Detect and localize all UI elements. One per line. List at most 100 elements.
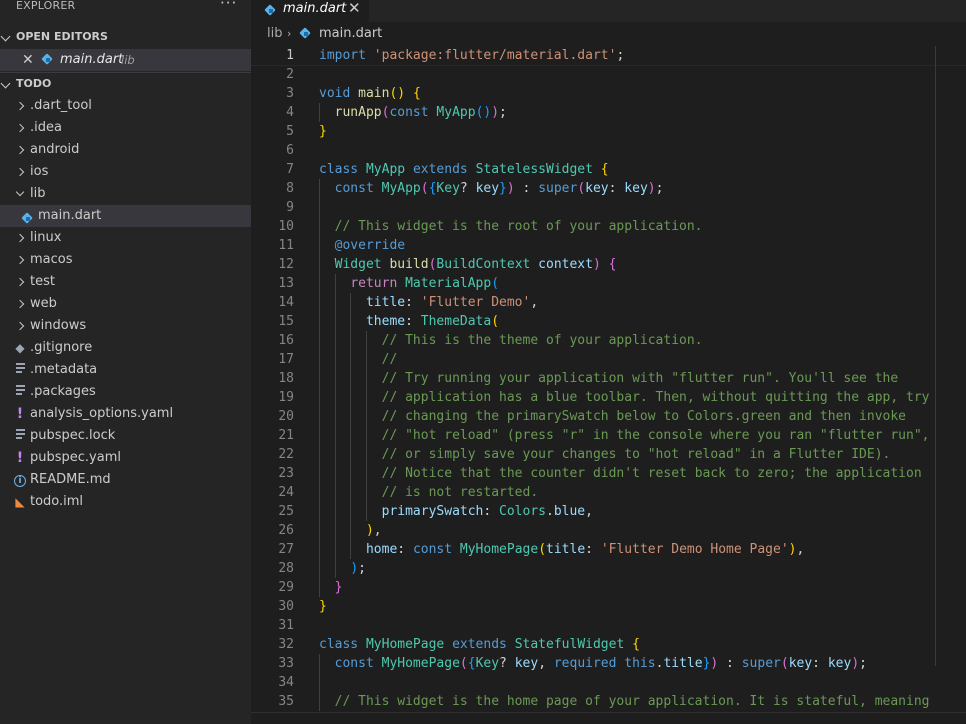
code-line[interactable]: 20 // changing the primarySwatch below t… [251, 407, 966, 426]
code-line[interactable]: 6 [251, 141, 966, 160]
code-token: ? [499, 656, 515, 671]
line-number: 15 [278, 314, 294, 329]
code-text: // This widget is the home page of your … [319, 692, 930, 711]
code-text: // "hot reload" (press "r" in the consol… [319, 426, 930, 445]
tree-item-metadata[interactable]: .metadata [0, 359, 251, 381]
tree-item-readme-md[interactable]: i README.md [0, 469, 251, 491]
code-text: runApp(const MyApp()); [319, 103, 507, 122]
tree-item-lib[interactable]: lib [0, 183, 251, 205]
code-token: , [796, 542, 805, 557]
code-line[interactable]: 5} [251, 122, 966, 141]
open-editor-item-main-dart[interactable]: ✕ main.dart lib [0, 49, 251, 71]
line-number: 12 [278, 257, 294, 272]
code-token: void [319, 86, 351, 101]
code-line[interactable]: 23 // Notice that the counter didn't res… [251, 464, 966, 483]
code-line[interactable]: 30} [251, 597, 966, 616]
code-line[interactable]: 10 // This widget is the root of your ap… [251, 217, 966, 236]
code-line[interactable]: 33 const MyHomePage({Key? key, required … [251, 654, 966, 673]
line-number: 33 [278, 656, 294, 671]
chevron-down-icon [0, 31, 11, 42]
code-line[interactable]: 31 [251, 616, 966, 635]
code-line[interactable]: 22 // or simply save your changes to "ho… [251, 445, 966, 464]
tree-item-android[interactable]: android [0, 139, 251, 161]
tree-item-main-dart[interactable]: main.dart [0, 205, 251, 227]
tree-item-test[interactable]: test [0, 271, 251, 293]
code-line[interactable]: 18 // Try running your application with … [251, 369, 966, 388]
code-text: // is not restarted. [319, 483, 539, 502]
code-line[interactable]: 4 runApp(const MyApp()); [251, 103, 966, 122]
code-token: : [397, 542, 413, 557]
tree-item-gitignore[interactable]: ◆ .gitignore [0, 337, 251, 359]
code-line[interactable]: 11 @override [251, 236, 966, 255]
code-token: MyHomePage [459, 542, 539, 557]
code-line[interactable]: 21 // "hot reload" (press "r" in the con… [251, 426, 966, 445]
code-line[interactable]: 32 class MyHomePage extends StatefulWidge… [251, 635, 966, 654]
tree-item-windows[interactable]: windows [0, 315, 251, 337]
code-text: class MyApp extends StatelessWidget { [319, 160, 609, 179]
tab-main-dart[interactable]: main.dart ✕ [251, 0, 369, 22]
close-icon[interactable]: ✕ [348, 0, 361, 17]
code-line[interactable]: 26 ), [251, 521, 966, 540]
tree-item-ios[interactable]: ios [0, 161, 251, 183]
close-icon[interactable]: ✕ [22, 49, 34, 71]
code-line[interactable]: 2 [251, 65, 966, 84]
file-icon [13, 425, 27, 447]
breadcrumb-folder[interactable]: lib [267, 22, 282, 46]
tree-item-idea[interactable]: .idea [0, 117, 251, 139]
code-line[interactable]: 35 // This widget is the home page of yo… [251, 692, 966, 711]
tree-item-packages[interactable]: .packages [0, 381, 251, 403]
more-actions-icon[interactable]: ··· [220, 0, 237, 12]
workspace-section-header[interactable]: TODO [0, 72, 251, 95]
code-line[interactable]: 27 home: const MyHomePage(title: 'Flutte… [251, 540, 966, 559]
code-text: // Try running your application with "fl… [319, 369, 899, 388]
code-line[interactable]: 14 title: 'Flutter Demo', [251, 293, 966, 312]
code-line[interactable]: 12 Widget build(BuildContext context) { [251, 255, 966, 274]
code-editor[interactable]: 1 import 'package:flutter/material.dart';… [251, 46, 966, 724]
breadcrumb-file[interactable]: main.dart [319, 22, 382, 46]
code-line[interactable]: 34 [251, 673, 966, 692]
code-token: const [334, 656, 374, 671]
code-line[interactable]: 13 return MaterialApp( [251, 274, 966, 293]
tree-item-pubspec-yaml[interactable]: ! pubspec.yaml [0, 447, 251, 469]
open-editors-section-header[interactable]: OPEN EDITORS [0, 26, 251, 48]
code-line[interactable]: 7 class MyApp extends StatelessWidget { [251, 160, 966, 179]
code-line[interactable]: 8 const MyApp({Key? key}) : super(key: k… [251, 179, 966, 198]
code-line[interactable]: 16 // This is the theme of your applicat… [251, 331, 966, 350]
code-line[interactable]: 3 void main() { [251, 84, 966, 103]
chevron-right-icon [15, 255, 25, 265]
tree-item-macos[interactable]: macos [0, 249, 251, 271]
tree-item-analysis-options-yaml[interactable]: ! analysis_options.yaml [0, 403, 251, 425]
file-icon: i [13, 469, 27, 491]
tree-item-label: test [30, 274, 55, 289]
tree-item-web[interactable]: web [0, 293, 251, 315]
code-line[interactable]: 24 // is not restarted. [251, 483, 966, 502]
tree-item-dart-tool[interactable]: .dart_tool [0, 95, 251, 117]
code-line[interactable]: 29 } [251, 578, 966, 597]
tree-item-pubspec-lock[interactable]: pubspec.lock [0, 425, 251, 447]
code-line[interactable]: 28 ); [251, 559, 966, 578]
code-token: , [538, 656, 554, 671]
code-line[interactable]: 19 // application has a blue toolbar. Th… [251, 388, 966, 407]
code-token: ThemeData [420, 314, 492, 329]
code-token: const [412, 542, 453, 557]
tree-item-label: README.md [30, 472, 111, 487]
code-line[interactable]: 25 primarySwatch: Colors.blue, [251, 502, 966, 521]
horizontal-scrollbar-track[interactable] [251, 712, 966, 713]
code-line[interactable]: 15 theme: ThemeData( [251, 312, 966, 331]
code-line[interactable]: 17 // [251, 350, 966, 369]
code-text: import 'package:flutter/material.dart'; [319, 46, 624, 65]
tree-item-todo-iml[interactable]: ◣ todo.iml [0, 491, 251, 513]
code-line[interactable]: 9 [251, 198, 966, 217]
tree-item-linux[interactable]: linux [0, 227, 251, 249]
code-line[interactable]: 1 import 'package:flutter/material.dart'; [251, 46, 966, 66]
